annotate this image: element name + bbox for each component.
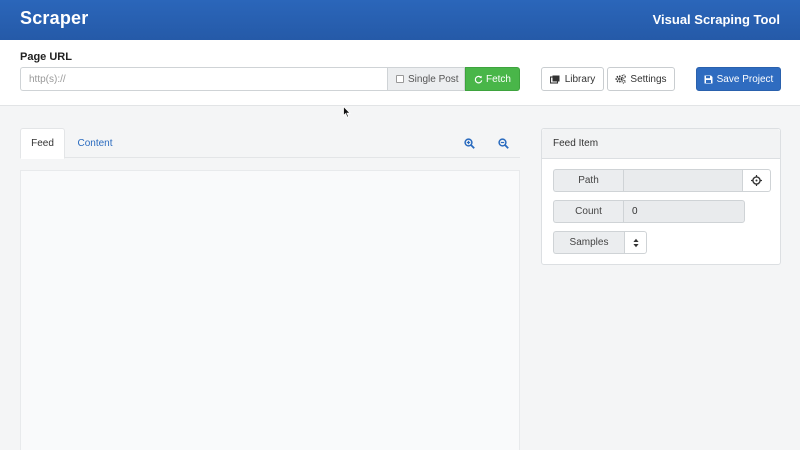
library-icon bbox=[549, 75, 561, 84]
zoom-in-button[interactable] bbox=[462, 136, 476, 150]
settings-button[interactable]: Settings bbox=[607, 67, 675, 91]
preview-panel: Feed Content bbox=[20, 128, 520, 450]
pick-path-button[interactable] bbox=[743, 169, 771, 192]
count-value: 0 bbox=[623, 200, 745, 223]
zoom-out-button[interactable] bbox=[496, 136, 510, 150]
samples-select[interactable] bbox=[624, 231, 647, 254]
save-project-label: Save Project bbox=[716, 73, 774, 85]
save-project-button[interactable]: Save Project bbox=[696, 67, 781, 91]
page-url-input[interactable] bbox=[20, 67, 388, 91]
single-post-toggle[interactable]: Single Post bbox=[387, 67, 465, 91]
zoom-out-icon bbox=[497, 137, 509, 149]
gears-icon bbox=[615, 74, 627, 84]
tab-feed-label: Feed bbox=[31, 138, 54, 149]
count-row: Count 0 bbox=[553, 200, 745, 223]
path-field[interactable] bbox=[623, 169, 743, 192]
brand-logo[interactable]: Scraper bbox=[20, 8, 88, 29]
single-post-checkbox[interactable] bbox=[396, 75, 404, 83]
path-row: Path bbox=[553, 169, 771, 192]
refresh-icon bbox=[474, 75, 483, 84]
tab-bar: Feed Content bbox=[20, 128, 520, 159]
select-arrows-icon bbox=[632, 238, 639, 248]
settings-label: Settings bbox=[630, 73, 667, 85]
floppy-disk-icon bbox=[704, 75, 713, 84]
page-url-label: Page URL bbox=[20, 51, 72, 63]
tab-content[interactable]: Content bbox=[70, 128, 120, 158]
library-label: Library bbox=[564, 73, 596, 85]
mouse-pointer-icon bbox=[343, 105, 351, 123]
zoom-in-icon bbox=[463, 137, 475, 149]
crosshair-icon bbox=[751, 175, 762, 186]
tab-content-label: Content bbox=[77, 137, 113, 149]
feed-item-title: Feed Item bbox=[542, 129, 780, 159]
samples-label: Samples bbox=[553, 231, 624, 254]
count-label: Count bbox=[553, 200, 623, 223]
samples-row: Samples bbox=[553, 231, 647, 254]
url-toolbar: Page URL Single Post Fetch Library bbox=[0, 40, 800, 106]
library-button[interactable]: Library bbox=[541, 67, 604, 91]
single-post-label: Single Post bbox=[408, 73, 459, 85]
feed-preview-area[interactable] bbox=[20, 170, 520, 450]
path-label: Path bbox=[553, 169, 623, 192]
feed-item-panel: Feed Item Path Count 0 Samples bbox=[541, 128, 781, 265]
fetch-label: Fetch bbox=[485, 73, 511, 85]
app-title: Visual Scraping Tool bbox=[652, 12, 780, 27]
fetch-button[interactable]: Fetch bbox=[465, 67, 520, 91]
tab-feed[interactable]: Feed bbox=[20, 128, 65, 159]
app-header: Scraper Visual Scraping Tool bbox=[0, 0, 800, 40]
